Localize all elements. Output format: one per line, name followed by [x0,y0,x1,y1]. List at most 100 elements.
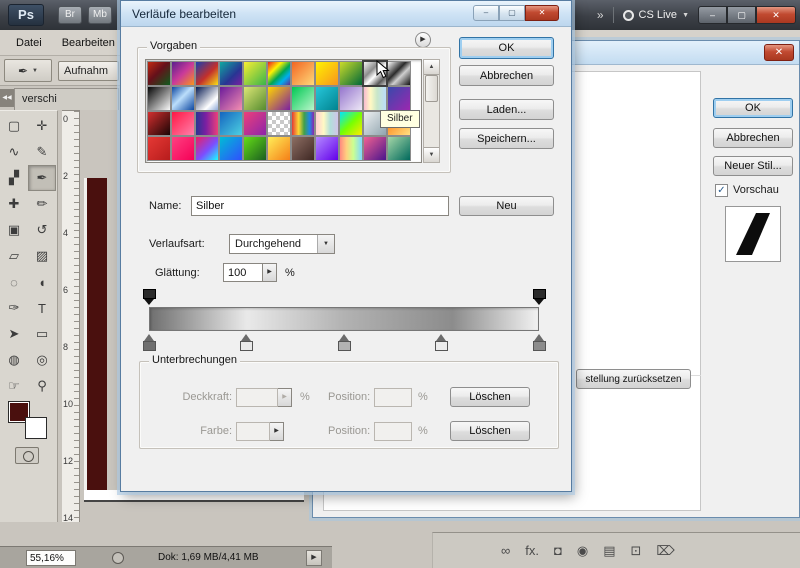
scroll-down-icon[interactable]: ▼ [424,147,439,162]
menu-bearbeiten[interactable]: Bearbeiten [54,33,123,53]
lasso-tool[interactable]: ∿ [0,139,28,165]
delete-color-stop-button[interactable]: Löschen [450,421,530,441]
gradient-swatch[interactable] [171,136,195,161]
scroll-up-icon[interactable]: ▲ [424,60,439,75]
smoothness-input[interactable] [223,263,263,282]
presets-flyout-button[interactable]: ▶ [415,32,431,48]
save-button[interactable]: Speichern... [459,128,554,149]
style-ok-button[interactable]: OK [713,98,793,118]
app-bar-button-mb[interactable]: Mb [88,6,112,24]
history-brush-tool[interactable]: ↺ [28,217,56,243]
new-button[interactable]: Neu [459,196,554,216]
blur-tool[interactable]: ◌ [0,269,28,295]
brush-tool[interactable]: ✏ [28,191,56,217]
gradient-swatch[interactable] [363,136,387,161]
link-layers-icon[interactable]: ∞ [501,543,510,558]
cancel-button[interactable]: Abbrechen [459,65,554,86]
3d-rotate-tool[interactable]: ◍ [0,347,28,373]
gradient-swatch[interactable] [243,136,267,161]
layer-mask-icon[interactable]: ◘ [554,543,562,558]
sample-size-button[interactable]: Aufnahm [58,61,119,81]
layer-effects-icon[interactable]: fx. [525,543,539,558]
document-canvas[interactable] [84,178,107,490]
overflow-chevron-icon[interactable]: » [597,8,604,22]
pen-tool[interactable]: ✑ [0,295,28,321]
gradient-swatch[interactable] [267,136,291,161]
path-selection-tool[interactable]: ➤ [0,321,28,347]
color-stop[interactable] [142,334,156,351]
gradient-swatch[interactable] [267,86,291,111]
document-tab[interactable]: verschi [14,88,119,110]
gradient-swatch[interactable] [147,136,171,161]
gradient-swatch[interactable] [219,136,243,161]
opacity-stop[interactable] [142,289,156,306]
gradient-swatch[interactable] [219,86,243,111]
gradient-swatch[interactable] [339,86,363,111]
color-stop[interactable] [532,334,546,351]
gradient-swatch[interactable] [195,111,219,136]
layer-group-icon[interactable]: ▤ [603,543,615,559]
gradient-swatch[interactable] [291,111,315,136]
gradient-preview[interactable] [149,307,539,331]
rectangular-marquee-tool[interactable]: ▢ [0,113,28,139]
gradient-swatch[interactable] [363,86,387,111]
gradient-swatch[interactable] [147,111,171,136]
smoothness-slider-button[interactable]: ▶ [263,263,277,282]
gradient-swatch[interactable] [171,86,195,111]
opacity-stop[interactable] [532,289,546,306]
gradient-swatch[interactable] [195,61,219,86]
gradient-name-input[interactable] [191,196,449,216]
gradient-swatch[interactable] [267,61,291,86]
close-icon[interactable]: ✕ [764,44,794,61]
cs-live-button[interactable]: CS Live ▼ [622,9,689,21]
background-color-swatch[interactable] [25,417,47,439]
eyedropper-tool[interactable]: ✒ [28,165,56,191]
eraser-tool[interactable]: ▱ [0,243,28,269]
delete-layer-icon[interactable]: ⌦ [656,543,674,559]
presets-scrollbar[interactable]: ▲ ▼ [423,59,440,163]
close-button[interactable]: ✕ [756,6,796,24]
gradient-swatch[interactable] [171,111,195,136]
move-tool[interactable]: ✛ [28,113,56,139]
quick-selection-tool[interactable]: ✎ [28,139,56,165]
color-stop[interactable] [337,334,351,351]
photoshop-logo[interactable]: Ps [8,4,44,26]
gradient-swatch[interactable] [339,136,363,161]
minimize-button[interactable]: – [698,6,727,24]
crop-tool[interactable]: ▞ [0,165,28,191]
quick-mask-button[interactable] [15,447,39,464]
gradient-swatch[interactable] [315,86,339,111]
type-tool[interactable]: T [28,295,56,321]
new-style-button[interactable]: Neuer Stil... [713,156,793,176]
gradient-swatch[interactable] [291,136,315,161]
minimize-button[interactable]: – [473,5,499,21]
ok-button[interactable]: OK [459,37,554,59]
hand-tool[interactable]: ☞ [0,373,28,399]
collapse-panel-button[interactable]: ◀◀ [0,89,14,107]
gradient-swatch[interactable] [315,111,339,136]
zoom-tool[interactable]: ⚲ [28,373,56,399]
gradient-swatch[interactable] [147,61,171,86]
gradient-swatch[interactable] [171,61,195,86]
gradient-swatch[interactable] [243,61,267,86]
gradient-swatch[interactable] [147,86,171,111]
gradient-swatch[interactable] [219,61,243,86]
color-stop[interactable] [435,334,448,351]
scrollbar-thumb[interactable] [425,75,438,102]
delete-opacity-stop-button[interactable]: Löschen [450,387,530,407]
gradient-swatch[interactable] [267,111,291,136]
maximize-button[interactable]: ▢ [499,5,525,21]
color-stop[interactable] [240,334,253,351]
3d-orbit-tool[interactable]: ◎ [28,347,56,373]
healing-brush-tool[interactable]: ✚ [0,191,28,217]
gradient-swatch[interactable] [291,86,315,111]
gradient-swatch[interactable] [195,86,219,111]
load-button[interactable]: Laden... [459,99,554,120]
status-expand-button[interactable]: ▶ [306,550,322,566]
gradient-type-dropdown[interactable]: Durchgehend ▼ [229,234,335,254]
dodge-tool[interactable]: ◖ [28,269,56,295]
gradient-swatch[interactable] [315,61,339,86]
gradient-swatch[interactable] [387,136,411,161]
gradient-swatch[interactable] [243,86,267,111]
style-cancel-button[interactable]: Abbrechen [713,128,793,148]
